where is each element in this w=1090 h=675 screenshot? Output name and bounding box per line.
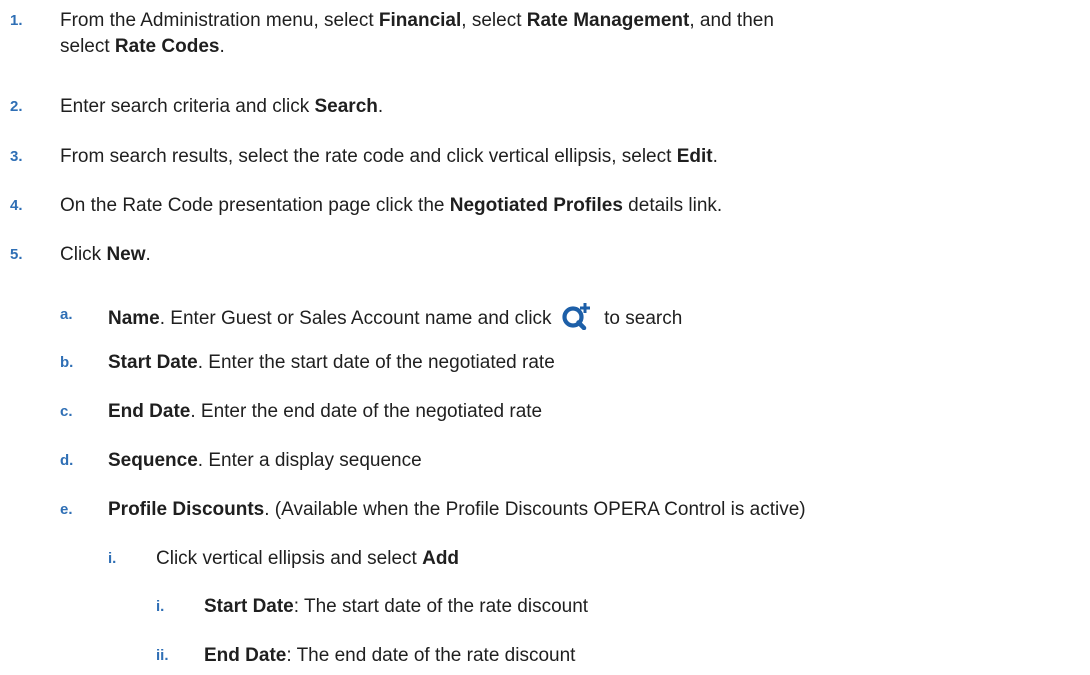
- level4-marker: i.: [156, 598, 165, 615]
- field-label-sequence: Sequence: [108, 450, 198, 471]
- level4-item-ii: ii. End Date: The end date of the rate d…: [156, 643, 575, 669]
- step-text: Click New.: [60, 242, 151, 268]
- menu-rate-codes: Rate Codes: [114, 36, 220, 57]
- step-marker: 4.: [10, 197, 23, 214]
- substep-marker: a.: [60, 306, 73, 323]
- field-label-discount-end-date: End Date: [204, 645, 287, 666]
- subsubstep-text: Click vertical ellipsis and select Add: [156, 546, 459, 572]
- step-1: 1. From the Administration menu, select …: [10, 8, 774, 60]
- subsubstep-marker: i.: [108, 550, 117, 567]
- step-text-part: details link.: [622, 195, 723, 216]
- substep-text-part: . Enter Guest or Sales Account name and …: [159, 308, 557, 329]
- edit-label: Edit: [676, 146, 713, 167]
- substep-marker: c.: [60, 403, 73, 420]
- level4-text: Start Date: The start date of the rate d…: [204, 594, 588, 620]
- step-text-part: .: [712, 146, 718, 167]
- step-marker: 3.: [10, 148, 23, 165]
- substep-text: End Date. Enter the end date of the nego…: [108, 399, 542, 425]
- step-text: From search results, select the rate cod…: [60, 144, 718, 170]
- step-text-part: On the Rate Code presentation page click…: [60, 195, 450, 216]
- step-marker: 2.: [10, 98, 23, 115]
- substep-marker: d.: [60, 452, 74, 469]
- level4-text-part: : The start date of the rate discount: [293, 596, 589, 617]
- negotiated-profiles-label: Negotiated Profiles: [449, 195, 623, 216]
- step-text-part: From search results, select the rate cod…: [60, 146, 677, 167]
- level4-text-part: : The end date of the rate discount: [286, 645, 576, 666]
- substep-text-part: . (Available when the Profile Discounts …: [264, 499, 806, 520]
- field-label-start-date: Start Date: [108, 352, 198, 373]
- field-label-profile-discounts: Profile Discounts: [108, 499, 265, 520]
- level4-item-i: i. Start Date: The start date of the rat…: [156, 594, 588, 620]
- substep-b: b. Start Date. Enter the start date of t…: [60, 350, 555, 376]
- substep-marker: e.: [60, 501, 73, 518]
- substep-e: e. Profile Discounts. (Available when th…: [60, 497, 806, 523]
- substep-text-part: . Enter a display sequence: [197, 450, 422, 471]
- level4-text: End Date: The end date of the rate disco…: [204, 643, 575, 669]
- level4-marker: ii.: [156, 647, 169, 664]
- substep-text: Sequence. Enter a display sequence: [108, 448, 422, 474]
- menu-financial: Financial: [378, 10, 462, 31]
- add-label: Add: [422, 548, 460, 569]
- step-text: From the Administration menu, select Fin…: [60, 8, 774, 60]
- substep-text: Name. Enter Guest or Sales Account name …: [108, 302, 682, 332]
- menu-rate-management: Rate Management: [526, 10, 690, 31]
- new-label: New: [106, 244, 146, 265]
- substep-text-part: to search: [598, 308, 683, 329]
- substep-text-part: . Enter the end date of the negotiated r…: [190, 401, 543, 422]
- substep-text-part: . Enter the start date of the negotiated…: [197, 352, 555, 373]
- step-text-part: , and then: [689, 10, 774, 31]
- substep-marker: b.: [60, 354, 74, 371]
- search-plus-icon: [561, 302, 593, 331]
- step-text-part: Click: [60, 244, 107, 265]
- step-text-part: .: [219, 36, 225, 57]
- step-text-part: .: [377, 96, 384, 117]
- step-2: 2. Enter search criteria and click Searc…: [10, 94, 383, 120]
- step-4: 4. On the Rate Code presentation page cl…: [10, 193, 722, 219]
- step-text: On the Rate Code presentation page click…: [60, 193, 722, 219]
- step-marker: 1.: [10, 12, 23, 29]
- step-text: Enter search criteria and click Search.: [60, 94, 383, 120]
- substep-a: a. Name. Enter Guest or Sales Account na…: [60, 302, 682, 332]
- substep-text: Start Date. Enter the start date of the …: [108, 350, 555, 376]
- subsubstep-text-part: Click vertical ellipsis and select: [156, 548, 423, 569]
- substep-d: d. Sequence. Enter a display sequence: [60, 448, 422, 474]
- step-5: 5. Click New.: [10, 242, 151, 268]
- field-label-end-date: End Date: [108, 401, 191, 422]
- substep-c: c. End Date. Enter the end date of the n…: [60, 399, 542, 425]
- subsubstep-i: i. Click vertical ellipsis and select Ad…: [108, 546, 459, 572]
- step-3: 3. From search results, select the rate …: [10, 144, 718, 170]
- step-marker: 5.: [10, 246, 23, 263]
- substep-text: Profile Discounts. (Available when the P…: [108, 497, 806, 523]
- field-label-name: Name: [108, 308, 160, 329]
- field-label-discount-start-date: Start Date: [204, 596, 294, 617]
- step-text-part: Enter search criteria and click: [60, 96, 315, 117]
- step-text-part: .: [145, 244, 151, 265]
- step-text-part: , select: [461, 10, 527, 31]
- step-text-part: From the Administration menu, select: [60, 10, 379, 31]
- step-text-part: select: [60, 36, 115, 57]
- search-label: Search: [314, 96, 378, 117]
